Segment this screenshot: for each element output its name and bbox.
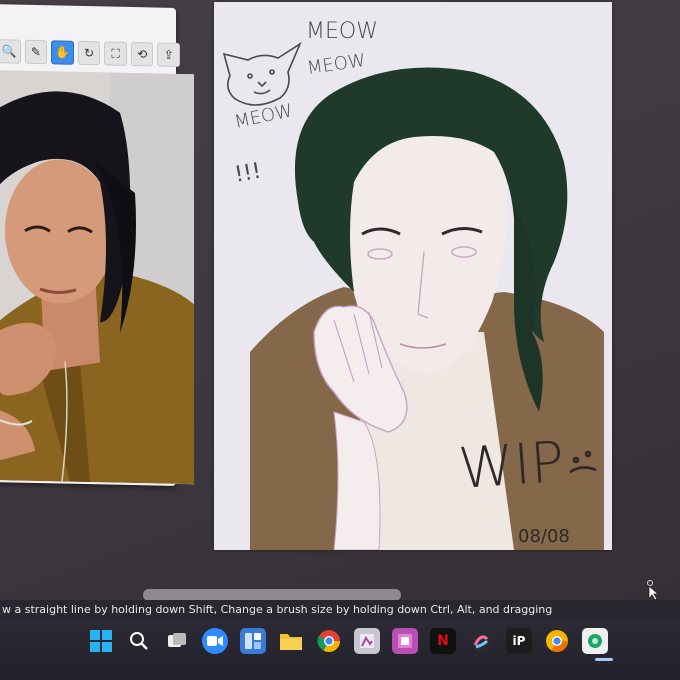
zoom-app-icon[interactable]	[202, 628, 228, 654]
taskbar-icons: N iP	[88, 628, 608, 654]
widgets-icon[interactable]	[240, 628, 266, 654]
netflix-icon[interactable]: N	[430, 628, 456, 654]
ibis-paint-icon[interactable]: iP	[506, 628, 532, 654]
app-icon-1[interactable]	[354, 628, 380, 654]
chrome-canary-icon[interactable]	[544, 628, 570, 654]
reference-toolbar: 🔍 ✎ ✋ ↻ ⛶ ⟲ ⇪	[0, 36, 181, 70]
taskbar: N iP	[0, 620, 680, 680]
wip-text: WIP	[456, 430, 566, 502]
eyedropper-icon[interactable]: ✎	[24, 39, 48, 65]
drawing-canvas[interactable]: MEOW MEOW MEOW !!! WIP 08/08	[214, 2, 612, 551]
mouse-pointer-icon	[647, 580, 658, 600]
import-icon[interactable]: ⇪	[157, 42, 181, 67]
task-view-icon[interactable]	[164, 628, 190, 654]
date-text: 08/08	[518, 526, 570, 547]
reset-icon[interactable]: ⟲	[130, 41, 154, 67]
doodle-exclaim: !!!	[233, 159, 263, 188]
search-icon[interactable]	[126, 628, 152, 654]
clip-studio-icon[interactable]	[582, 628, 608, 654]
windows-start-icon[interactable]	[88, 628, 114, 654]
active-app-indicator	[595, 658, 613, 661]
fit-icon[interactable]: ⛶	[104, 41, 127, 66]
reference-window[interactable]: 🔍 ✎ ✋ ↻ ⛶ ⟲ ⇪	[0, 4, 194, 486]
app-icon-3[interactable]	[468, 628, 494, 654]
zoom-icon[interactable]: 🔍	[0, 39, 21, 64]
chrome-icon[interactable]	[316, 628, 342, 654]
doodle-text-meow-1: MEOW	[306, 19, 378, 44]
status-bar-text: w a straight line by holding down Shift,…	[2, 603, 553, 616]
app-icon-2[interactable]	[392, 628, 418, 654]
file-explorer-icon[interactable]	[278, 628, 304, 654]
reference-photo	[0, 70, 194, 485]
status-bar: w a straight line by holding down Shift,…	[0, 600, 680, 620]
hand-icon[interactable]: ✋	[51, 40, 74, 65]
rotate-icon[interactable]: ↻	[77, 40, 101, 66]
